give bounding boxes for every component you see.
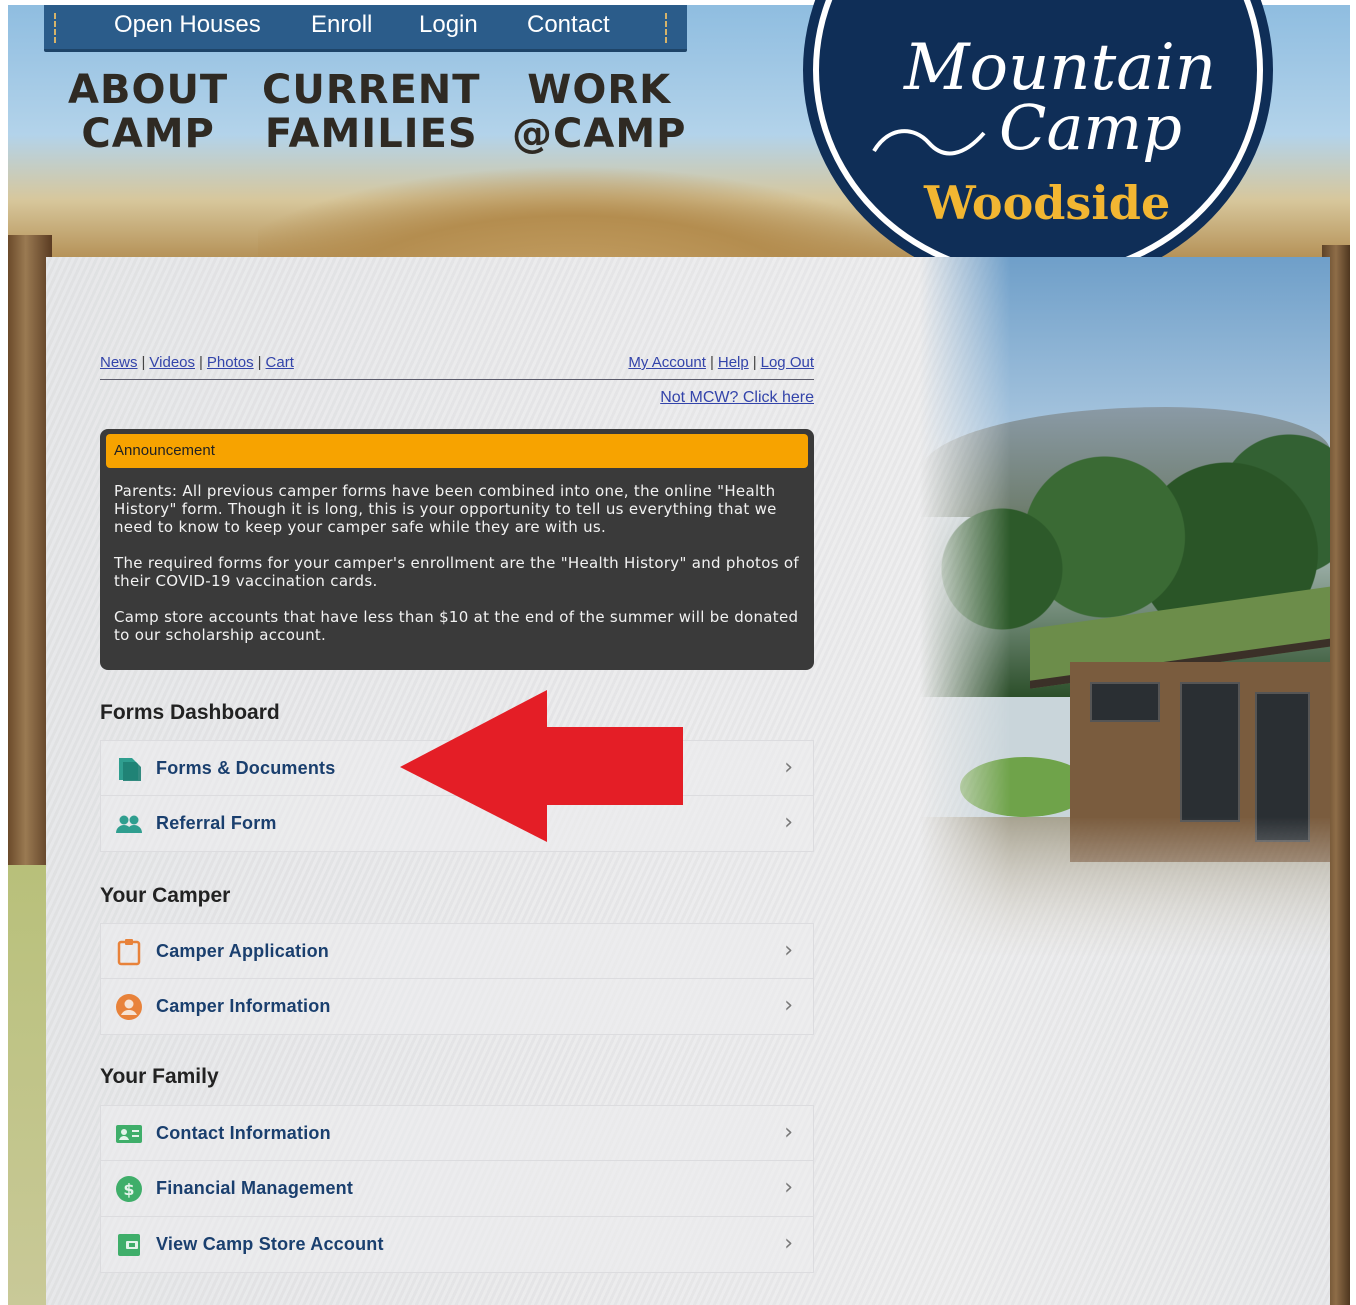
row-financial-management[interactable]: $ Financial Management ›: [100, 1161, 814, 1217]
user-circle-icon: [116, 994, 142, 1020]
section-title-your-family: Your Family: [100, 1065, 219, 1088]
document-icon: [119, 758, 141, 781]
row-camper-information-label: Camper Information: [156, 996, 331, 1016]
chevron-right-icon: ›: [784, 810, 793, 835]
link-photos[interactable]: Photos: [207, 354, 254, 371]
nav-login[interactable]: Login: [419, 11, 478, 39]
chevron-right-icon: ›: [784, 1231, 793, 1256]
row-contact-information-label: Contact Information: [156, 1123, 331, 1143]
your-family-list: Contact Information › $ Financial Manage…: [100, 1105, 814, 1273]
nav-stitch-left: [54, 13, 56, 43]
nav-work-at-camp-line2: @CAMP: [512, 111, 687, 157]
row-view-camp-store-account-label: View Camp Store Account: [156, 1234, 384, 1254]
utility-links-bar: News | Videos | Photos | Cart My Account | Help |…: [100, 354, 814, 380]
nav-stitch-right: [665, 13, 667, 43]
row-camper-application[interactable]: Camper Application ›: [100, 923, 814, 979]
people-icon: [116, 815, 142, 833]
nav-about-camp-line2: CAMP: [81, 111, 215, 157]
nav-open-houses[interactable]: Open Houses: [114, 11, 261, 39]
nav-current-families-line2: FAMILIES: [264, 111, 478, 157]
announcement-body: Parents: All previous camper forms have …: [106, 468, 808, 644]
announcement-paragraph-2: The required forms for your camper's enr…: [114, 554, 799, 590]
chevron-right-icon: ›: [784, 1175, 793, 1200]
row-view-camp-store-account[interactable]: View Camp Store Account ›: [100, 1217, 814, 1273]
announcement-title: Announcement: [106, 434, 808, 468]
link-news[interactable]: News: [100, 354, 138, 371]
link-not-mcw[interactable]: Not MCW? Click here: [660, 389, 814, 407]
clipboard-icon: [117, 939, 141, 966]
row-forms-documents-label: Forms & Documents: [156, 758, 336, 778]
svg-text:$: $: [123, 1180, 134, 1199]
logo-text-woodside: Woodside: [924, 176, 1171, 230]
row-camper-information[interactable]: Camper Information ›: [100, 979, 814, 1035]
nav-work-at-camp-line1: WORK: [527, 67, 672, 113]
wallet-icon: [118, 1234, 140, 1256]
nav-work-at-camp[interactable]: WORK @CAMP: [512, 68, 686, 156]
section-title-your-camper: Your Camper: [100, 884, 231, 907]
logo-swirl-icon: [872, 129, 986, 156]
row-financial-management-label: Financial Management: [156, 1178, 354, 1198]
contact-card-icon: [116, 1125, 142, 1143]
top-nav-bar: Open Houses Enroll Login Contact: [44, 5, 687, 52]
chevron-right-icon: ›: [784, 938, 793, 963]
nav-contact[interactable]: Contact: [527, 11, 610, 39]
link-log-out[interactable]: Log Out: [761, 354, 814, 371]
announcement-paragraph-3: Camp store accounts that have less than …: [114, 608, 799, 644]
announcement-paragraph-1: Parents: All previous camper forms have …: [114, 482, 777, 536]
camp-building-photo: [920, 257, 1330, 957]
nav-current-families-line1: CURRENT: [262, 67, 481, 113]
dollar-icon: $: [116, 1176, 142, 1202]
link-help[interactable]: Help: [718, 354, 749, 371]
nav-about-camp-line1: ABOUT: [68, 67, 229, 113]
red-arrow-annotation: [400, 690, 683, 842]
nav-about-camp[interactable]: ABOUT CAMP: [68, 68, 228, 156]
link-cart[interactable]: Cart: [266, 354, 294, 371]
announcement-box: Announcement Parents: All previous campe…: [100, 429, 814, 670]
your-camper-list: Camper Application › Camper Information …: [100, 923, 814, 1035]
chevron-right-icon: ›: [784, 1120, 793, 1145]
chevron-right-icon: ›: [784, 755, 793, 780]
section-title-forms-dashboard: Forms Dashboard: [100, 701, 280, 724]
nav-enroll[interactable]: Enroll: [311, 11, 372, 39]
logo-text-camp: Camp: [999, 91, 1182, 164]
row-referral-form-label: Referral Form: [156, 813, 277, 833]
utility-links-left: News | Videos | Photos | Cart: [100, 354, 294, 371]
row-camper-application-label: Camper Application: [156, 941, 329, 961]
row-contact-information[interactable]: Contact Information ›: [100, 1105, 814, 1161]
link-videos[interactable]: Videos: [149, 354, 195, 371]
grass-left: [8, 865, 48, 1305]
nav-current-families[interactable]: CURRENT FAMILIES: [262, 68, 481, 156]
chevron-right-icon: ›: [784, 993, 793, 1018]
utility-links-right: My Account | Help | Log Out: [628, 354, 814, 371]
link-my-account[interactable]: My Account: [628, 354, 706, 371]
